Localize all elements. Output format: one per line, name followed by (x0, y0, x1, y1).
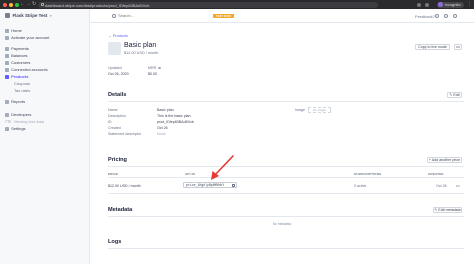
search-icon (112, 14, 116, 18)
divider (108, 248, 464, 249)
dashboard-header: Feedback? (90, 9, 474, 23)
sidebar-item-label: Activate your account (11, 35, 50, 41)
sidebar-item-label: Home (11, 28, 22, 34)
toggle-icon (5, 120, 11, 124)
test-data-toggle[interactable]: Viewing test data (0, 119, 90, 125)
home-icon (5, 28, 9, 33)
sidebar-item-developers[interactable]: Developers (0, 112, 90, 118)
empty-metadata-note: No metadata (272, 222, 292, 226)
close-window-button[interactable] (3, 2, 7, 7)
sidebar-item-label: Connected accounts (11, 67, 48, 73)
sidebar-item-customers[interactable]: Customers (0, 60, 90, 66)
annotation-arrow (211, 155, 234, 180)
sidebar-item-tax-rates[interactable]: Tax rates (0, 88, 90, 94)
balance-icon (5, 53, 9, 58)
sidebar-item-coupons[interactable]: Coupons (0, 81, 90, 87)
logs-heading: Logs (108, 239, 122, 245)
sidebar-item-reports[interactable]: Reports (0, 99, 90, 105)
feedback-link[interactable]: Feedback? (415, 14, 435, 19)
browser-menu-icon[interactable]: ⋮ (467, 1, 472, 7)
sidebar-item-settings[interactable]: Settings (0, 126, 90, 132)
sidebar-item-home[interactable]: Home (0, 28, 90, 34)
back-arrow-icon[interactable]: ← (20, 1, 25, 8)
arrow-right-icon (5, 35, 9, 40)
sidebar: Flask Stripe Test ▾ Home Activate your a… (0, 9, 90, 264)
forward-arrow-icon[interactable]: → (26, 1, 31, 8)
incognito-icon (438, 2, 443, 7)
code-icon (5, 112, 9, 117)
gear-icon (5, 126, 9, 131)
account-switcher[interactable]: Flask Stripe Test ▾ (5, 13, 52, 18)
edit-metadata-button[interactable]: ✎ Edit metadata (433, 207, 462, 213)
lock-icon (40, 2, 44, 7)
metadata-heading: Metadata (108, 207, 133, 213)
sidebar-item-label: Payments (11, 46, 29, 52)
notification-bell-icon[interactable] (444, 14, 448, 18)
sidebar-item-label: Customers (11, 60, 31, 66)
reload-icon[interactable]: ↻ (32, 1, 36, 8)
person-icon (5, 60, 9, 65)
extension-icon[interactable] (425, 2, 429, 7)
sidebar-item-label: Viewing test data (13, 119, 44, 125)
window-controls (3, 2, 19, 7)
account-logo-icon (5, 13, 10, 18)
account-name: Flask Stripe Test (12, 13, 48, 18)
sidebar-item-connected-accounts[interactable]: Connected accounts (0, 67, 90, 73)
sidebar-item-label: Developers (11, 112, 32, 118)
divider (108, 216, 464, 217)
address-bar[interactable]: dashboard.stripe.com/test/products/prod_… (38, 1, 378, 8)
extension-icon[interactable] (417, 2, 421, 7)
profile-button[interactable]: Incognito (437, 1, 464, 8)
sidebar-item-payments[interactable]: Payments (0, 46, 90, 52)
chart-icon (5, 99, 9, 104)
sidebar-item-activate-account[interactable]: Activate your account (0, 35, 90, 41)
browser-toolbar: ← → ↻ dashboard.stripe.com/test/products… (0, 0, 474, 9)
sidebar-item-balances[interactable]: Balances (0, 53, 90, 59)
connect-icon (5, 67, 9, 72)
account-icon[interactable] (453, 14, 457, 18)
sidebar-item-label: Coupons (14, 81, 31, 87)
product-page: ← Products Basic plan $12.00 USD / month… (90, 23, 474, 264)
sidebar-item-label: Tax rates (14, 88, 31, 94)
pencil-icon: ✎ (434, 208, 438, 212)
sidebar-item-label: Balances (11, 53, 28, 59)
sidebar-item-label: Settings (11, 126, 26, 132)
sidebar-item-label: Products (11, 74, 29, 80)
zoom-window-button[interactable] (15, 2, 19, 7)
test-data-badge: TEST DATA (213, 14, 235, 18)
card-icon (5, 46, 9, 51)
help-icon[interactable] (435, 14, 439, 18)
chevron-down-icon: ▾ (49, 13, 52, 18)
url-text: dashboard.stripe.com/test/products/prod_… (45, 2, 150, 8)
edit-metadata-label: Edit metadata (438, 208, 461, 212)
sidebar-item-products[interactable]: Products (0, 74, 90, 80)
sidebar-item-label: Reports (11, 99, 26, 105)
minimize-window-button[interactable] (9, 2, 13, 7)
box-icon (5, 74, 9, 79)
profile-name: Incognito (444, 2, 461, 7)
